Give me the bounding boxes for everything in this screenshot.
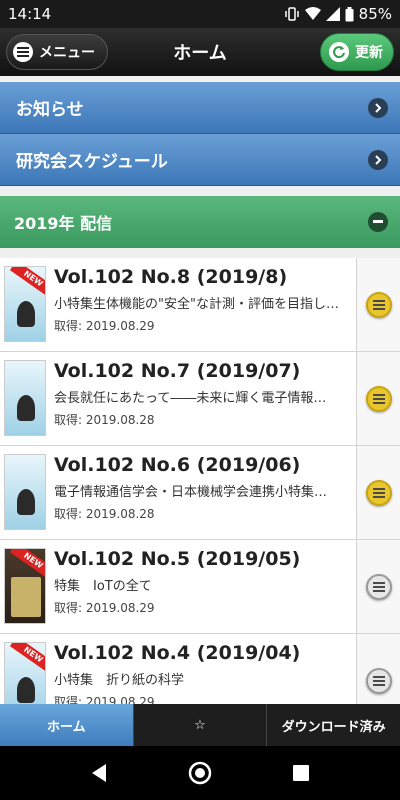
collapse-icon xyxy=(368,212,388,232)
list-menu-icon[interactable] xyxy=(365,479,392,506)
issue-menu-cell[interactable] xyxy=(356,446,400,539)
refresh-icon xyxy=(329,42,349,62)
back-icon[interactable] xyxy=(90,763,108,783)
issue-subtitle: 特集 IoTの全て xyxy=(54,579,152,594)
main-content: お知らせ 研究会スケジュール 2019年 配信 NEW Vol.102 No.8 … xyxy=(0,76,400,704)
vibrate-icon xyxy=(284,7,299,21)
issue-title: Vol.102 No.5 (2019/05) xyxy=(54,548,301,570)
issue-subtitle: 小特集生体機能の"安全"な計測・評価を目指し… xyxy=(54,297,339,312)
issue-date: 取得: 2019.08.29 xyxy=(54,601,155,615)
issue-subtitle: 会長就任にあたって――未来に輝く電子情報… xyxy=(54,391,327,406)
menu-label: メニュー xyxy=(39,45,95,61)
issue-title: Vol.102 No.6 (2019/06) xyxy=(54,454,301,476)
issue-title: Vol.102 No.8 (2019/8) xyxy=(54,266,288,288)
issue-date: 取得: 2019.08.28 xyxy=(54,413,155,427)
refresh-button[interactable]: 更新 xyxy=(320,33,394,71)
cover-thumbnail: NEW xyxy=(4,266,46,342)
chevron-right-icon xyxy=(368,150,388,170)
page-title: ホーム xyxy=(173,43,227,64)
menu-icon xyxy=(13,42,33,62)
app-bar: メニュー ホーム 更新 xyxy=(0,28,400,76)
list-item[interactable]: NEW Vol.102 No.8 (2019/8) 小特集生体機能の"安全"な計測・… xyxy=(0,258,400,352)
tab-downloaded[interactable]: ダウンロード済み xyxy=(267,704,400,746)
list-menu-icon[interactable] xyxy=(365,291,392,318)
tab-bar: ホーム ☆ ダウンロード済み xyxy=(0,704,400,746)
system-nav-bar xyxy=(0,746,400,800)
list-item[interactable]: NEW Vol.102 No.5 (2019/05) 特集 IoTの全て 取得: 20… xyxy=(0,540,400,634)
home-icon[interactable] xyxy=(188,761,212,785)
list-menu-icon[interactable] xyxy=(365,385,392,412)
list-item[interactable]: Vol.102 No.7 (2019/07) 会長就任にあたって――未来に輝く電子… xyxy=(0,352,400,446)
recents-icon[interactable] xyxy=(292,764,310,782)
cover-thumbnail: NEW xyxy=(4,642,46,704)
list-menu-icon[interactable] xyxy=(365,573,392,600)
new-ribbon: NEW xyxy=(9,267,45,298)
cover-thumbnail: NEW xyxy=(4,548,46,624)
list-item[interactable]: NEW Vol.102 No.4 (2019/04) 小特集 折り紙の科学取得: 2… xyxy=(0,634,400,704)
issue-date: 取得: 2019.08.29 xyxy=(54,695,155,704)
cover-thumbnail xyxy=(4,360,46,436)
issue-title: Vol.102 No.4 (2019/04) xyxy=(54,642,301,664)
cover-thumbnail xyxy=(4,454,46,530)
news-section[interactable]: お知らせ xyxy=(0,82,400,134)
issue-list: NEW Vol.102 No.8 (2019/8) 小特集生体機能の"安全"な計測・… xyxy=(0,258,400,704)
new-ribbon: NEW xyxy=(9,549,45,580)
cover-figure xyxy=(17,489,35,515)
cover-figure xyxy=(17,677,35,703)
issue-menu-cell[interactable] xyxy=(356,258,400,351)
issue-menu-cell[interactable] xyxy=(356,352,400,445)
schedule-section[interactable]: 研究会スケジュール xyxy=(0,134,400,186)
battery-icon xyxy=(345,6,354,21)
cover-figure xyxy=(17,301,35,327)
battery-level: 85% xyxy=(358,5,392,23)
status-bar: 14:14 85% xyxy=(0,0,400,28)
issue-date: 取得: 2019.08.28 xyxy=(54,507,155,521)
cover-figure xyxy=(11,577,41,617)
issue-date: 取得: 2019.08.29 xyxy=(54,319,155,333)
wifi-icon xyxy=(304,7,321,20)
new-ribbon: NEW xyxy=(9,643,45,674)
list-item[interactable]: Vol.102 No.6 (2019/06) 電子情報通信学会・日本機械学会連携小… xyxy=(0,446,400,540)
issue-menu-cell[interactable] xyxy=(356,634,400,704)
news-label: お知らせ xyxy=(16,100,84,120)
list-menu-icon[interactable] xyxy=(365,667,392,694)
chevron-right-icon xyxy=(368,98,388,118)
menu-button[interactable]: メニュー xyxy=(6,34,108,70)
cover-figure xyxy=(17,395,35,421)
issue-subtitle: 小特集 折り紙の科学 xyxy=(54,673,185,688)
schedule-label: 研究会スケジュール xyxy=(16,152,168,172)
status-icons: 85% xyxy=(284,5,392,23)
issue-title: Vol.102 No.7 (2019/07) xyxy=(54,360,301,382)
refresh-label: 更新 xyxy=(355,45,383,61)
tab-home[interactable]: ホーム xyxy=(0,704,134,746)
tab-favorites[interactable]: ☆ xyxy=(134,704,268,746)
issue-subtitle: 電子情報通信学会・日本機械学会連携小特集… xyxy=(54,485,328,500)
issue-menu-cell[interactable] xyxy=(356,540,400,633)
signal-icon xyxy=(325,7,340,21)
year-section-header[interactable]: 2019年 配信 xyxy=(0,196,400,248)
status-time: 14:14 xyxy=(8,5,52,23)
year-label: 2019年 配信 xyxy=(14,214,113,233)
